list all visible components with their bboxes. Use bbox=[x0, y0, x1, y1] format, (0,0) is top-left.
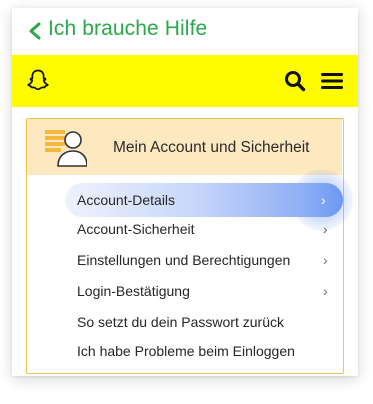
hamburger-menu-icon[interactable] bbox=[320, 72, 344, 90]
panel-title: Mein Account und Sicherheit bbox=[113, 139, 310, 156]
snapchat-ghost-icon[interactable] bbox=[26, 68, 50, 93]
menu-item-label: Login-Bestätigung bbox=[77, 283, 190, 299]
search-icon[interactable] bbox=[284, 70, 306, 92]
help-card: Ich brauche Hilfe Mein Account und Siche… bbox=[12, 8, 358, 376]
back-link-label[interactable]: Ich brauche Hilfe bbox=[48, 17, 207, 41]
panel-header[interactable]: Mein Account und Sicherheit bbox=[27, 119, 342, 175]
menu-item-account-details[interactable]: Account-Details › bbox=[65, 183, 343, 217]
chevron-right-icon: › bbox=[323, 221, 328, 237]
account-security-panel: Mein Account und Sicherheit Account-Deta… bbox=[26, 118, 353, 374]
menu-item-login-problems[interactable]: Ich habe Probleme beim Einloggen bbox=[65, 339, 327, 363]
menu-item-reset-password[interactable]: So setzt du dein Passwort zurück bbox=[65, 310, 327, 334]
menu-item-label: Account-Details bbox=[77, 192, 176, 208]
back-navigation[interactable]: Ich brauche Hilfe bbox=[12, 8, 358, 55]
menu-item-label: Einstellungen und Berechtigungen bbox=[77, 252, 291, 268]
top-bar bbox=[12, 55, 358, 107]
menu-item-account-security[interactable]: Account-Sicherheit › bbox=[65, 217, 328, 241]
menu-item-login-verification[interactable]: Login-Bestätigung › bbox=[65, 279, 328, 303]
back-chevron-icon[interactable] bbox=[26, 21, 46, 41]
chevron-right-icon: › bbox=[323, 252, 328, 268]
menu-item-settings-permissions[interactable]: Einstellungen und Berechtigungen › bbox=[65, 248, 328, 272]
chevron-right-icon: › bbox=[323, 283, 328, 299]
menu-item-label: Account-Sicherheit bbox=[77, 221, 195, 237]
account-list-icon bbox=[45, 130, 87, 167]
chevron-right-icon: › bbox=[321, 192, 326, 208]
menu-item-label: Ich habe Probleme beim Einloggen bbox=[77, 343, 295, 359]
menu-item-label: So setzt du dein Passwort zurück bbox=[77, 314, 284, 330]
